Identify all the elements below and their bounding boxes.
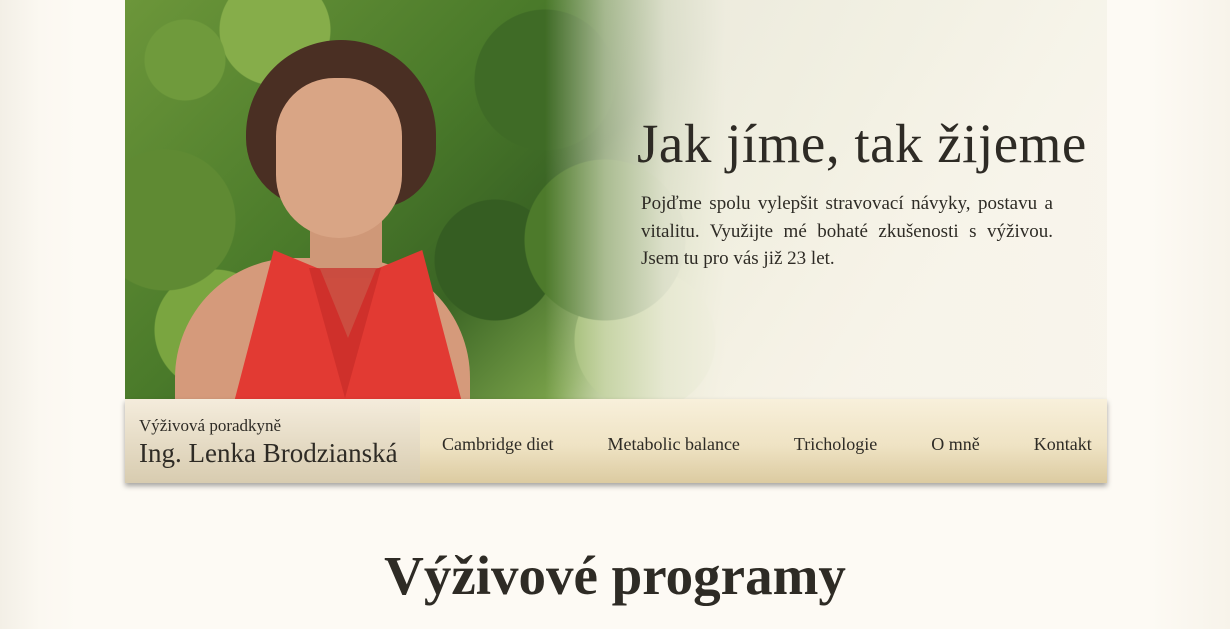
brand-block[interactable]: Výživová poradkyně Ing. Lenka Brodziansk…: [125, 399, 420, 483]
nav-item-o-mne[interactable]: O mně: [931, 428, 980, 455]
brand-subtitle: Výživová poradkyně: [139, 416, 282, 435]
nav-item-metabolic-balance[interactable]: Metabolic balance: [607, 428, 739, 455]
nav-item-cambridge-diet[interactable]: Cambridge diet: [442, 428, 553, 455]
brand-name: Ing. Lenka Brodzianská: [139, 438, 398, 468]
page: Jak jíme, tak žijeme Pojďme spolu vylepš…: [0, 0, 1230, 629]
nav-item-trichologie[interactable]: Trichologie: [794, 428, 877, 455]
hero-banner: Jak jíme, tak žijeme Pojďme spolu vylepš…: [125, 0, 1107, 399]
hero-text: Pojďme spolu vylepšit stravovací návyky,…: [641, 193, 1053, 269]
hero-title: Jak jíme, tak žijeme: [637, 113, 1087, 174]
main-navigation-bar: Výživová poradkyně Ing. Lenka Brodziansk…: [125, 399, 1107, 483]
nav-item-kontakt[interactable]: Kontakt: [1034, 428, 1092, 455]
nav-menu: Cambridge diet Metabolic balance Trichol…: [420, 399, 1092, 483]
section-title: Výživové programy: [384, 545, 846, 606]
